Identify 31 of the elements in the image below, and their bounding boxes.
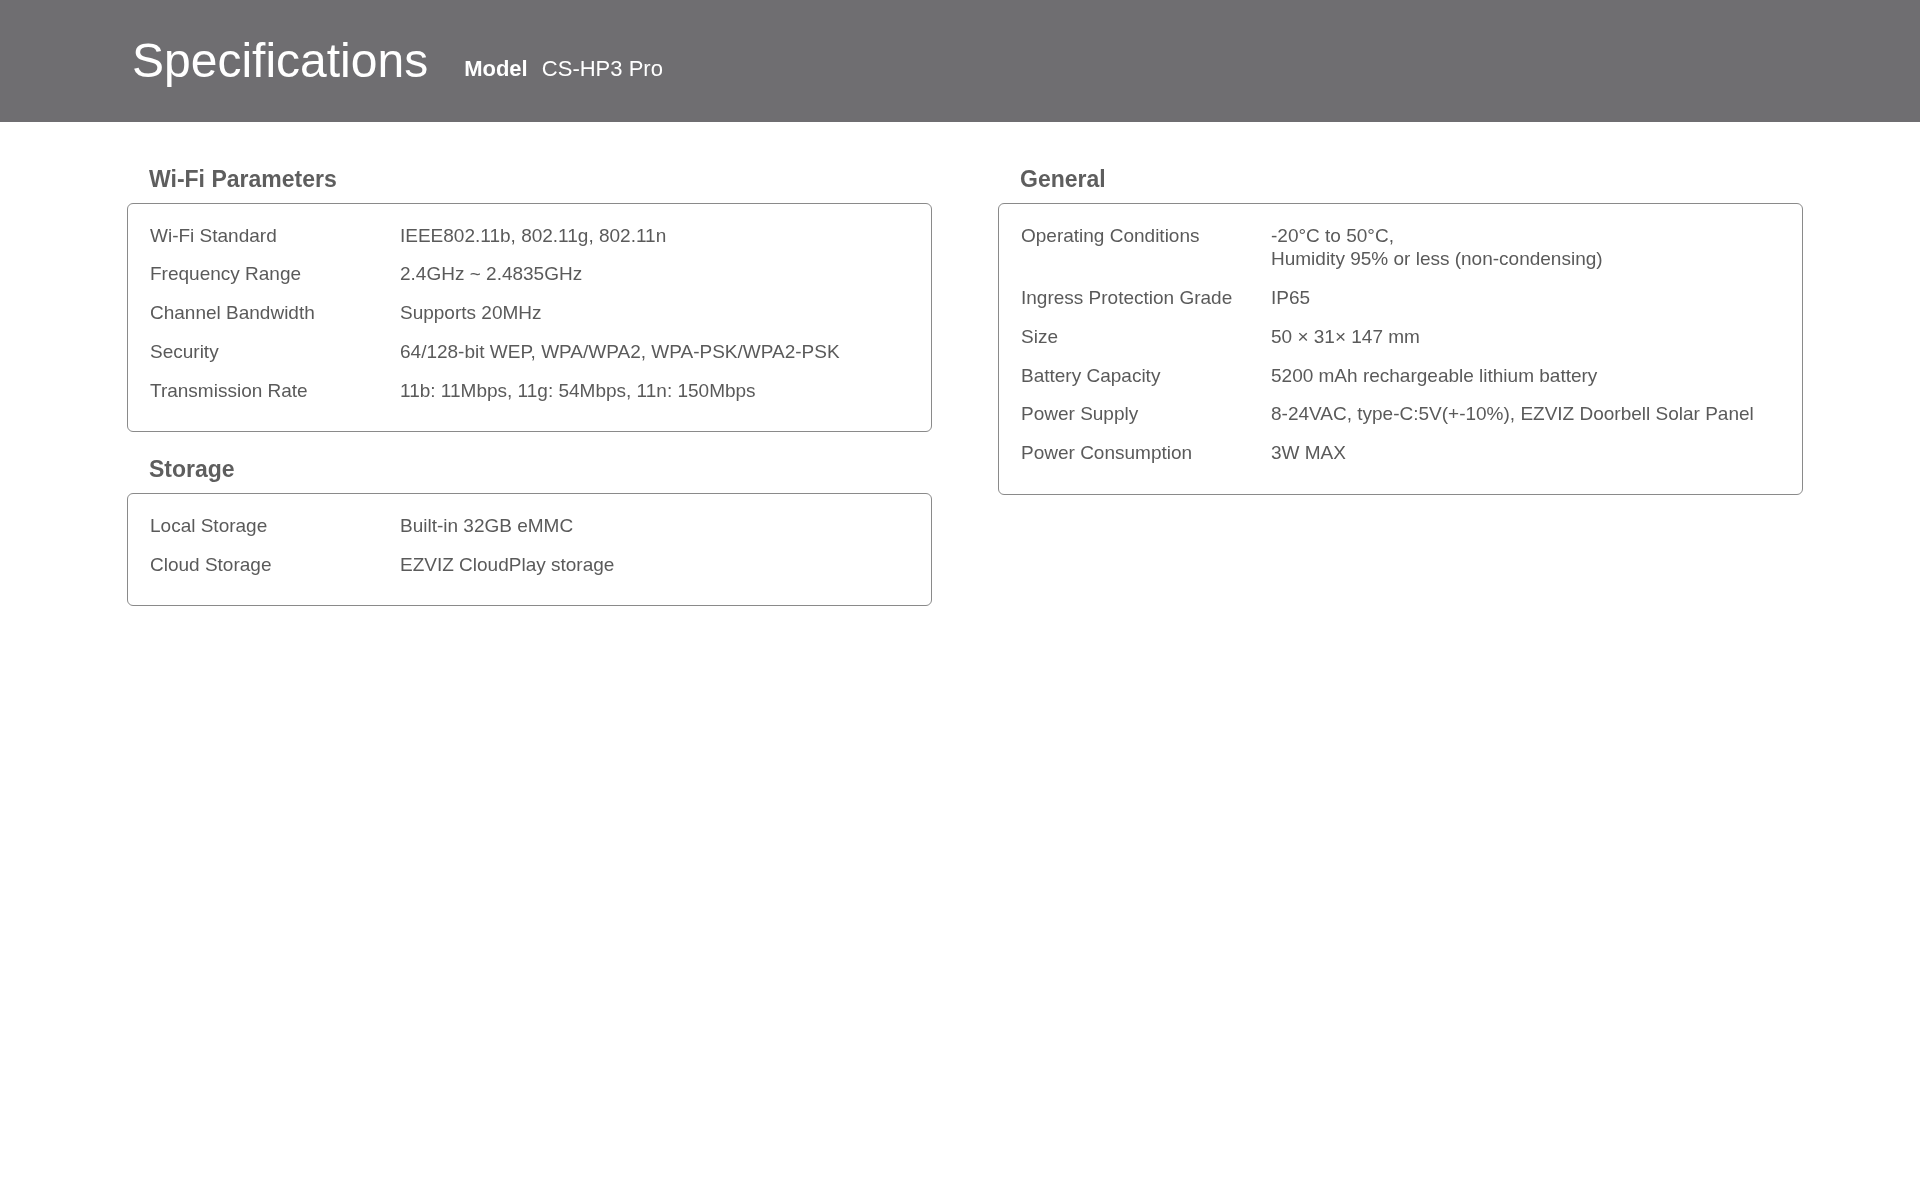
model-text: Model CS-HP3 Pro [464,54,663,83]
spec-label: Channel Bandwidth [150,301,316,325]
spec-label: Power Consumption [1021,441,1194,465]
spec-value: 3W MAX [1271,441,1346,465]
section-title: Wi-Fi Parameters [148,165,338,194]
spec-label: Local Storage [150,513,269,538]
spec-value: IEEE802.11b, 802.11g, 802.11n [400,223,667,248]
spec-label: Ingress Protection Grade [1021,286,1234,310]
spec-label: Cloud Storage [150,552,273,577]
spec-label: Battery Capacity [1021,363,1162,388]
spec-label: Transmission Rate [150,378,309,403]
spec-value: 64/128-bit WEP, WPA/WPA2, WPA-PSK/WPA2-PSK [400,339,840,364]
section-title: Storage [148,455,236,485]
spec-label: Size [1021,324,1059,349]
spec-label: Power Supply [1021,402,1140,426]
spec-value: 11b: 11Mbps, 11g: 54Mbps, 11n: 150Mbps [400,378,756,403]
spec-value: 8-24VAC, type-C:5V(+-10%), EZVIZ Doorbell Solar Panel [1271,402,1754,426]
spec-label: Wi-Fi Standard [150,223,278,248]
page-title: Specifications [132,33,429,89]
spec-label: Frequency Range [150,262,303,286]
spec-value: -20°C to 50°C, Humidity 95% or less (non-condensing) [1271,223,1603,271]
section-title: General [1019,165,1107,194]
spec-value: 2.4GHz ~ 2.4835GHz [400,262,583,286]
spec-label: Operating Conditions [1021,223,1201,248]
spec-value: 50 × 31× 147 mm [1271,324,1420,349]
spec-value: 5200 mAh rechargeable lithium battery [1271,363,1598,388]
spec-label: Security [150,339,220,364]
spec-value: EZVIZ CloudPlay storage [400,552,615,577]
spec-value: Built-in 32GB eMMC [400,513,574,538]
spec-value: Supports 20MHz [400,301,542,325]
spec-value: IP65 [1271,286,1311,310]
